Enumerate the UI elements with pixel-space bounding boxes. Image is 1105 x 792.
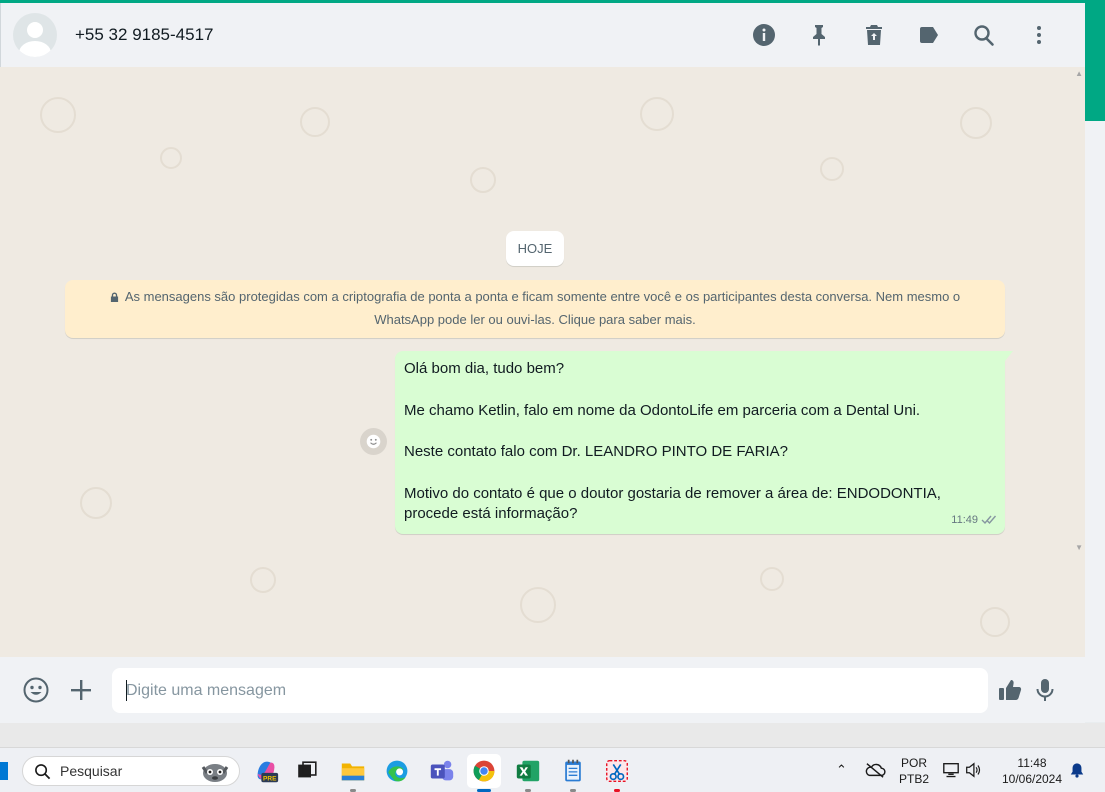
message-meta: 11:49: [951, 510, 997, 531]
emoji-icon[interactable]: [20, 674, 52, 706]
notification-bell-icon[interactable]: [1069, 762, 1085, 783]
label-icon[interactable]: [911, 17, 947, 53]
pin-icon[interactable]: [801, 17, 837, 53]
tray-overflow-chevron-icon[interactable]: ⌃: [836, 762, 847, 778]
scroll-down-arrow[interactable]: ▼: [1075, 543, 1083, 552]
text-caret: [126, 680, 127, 701]
keyboard-language[interactable]: POR PTB2: [898, 755, 930, 787]
scroll-up-arrow[interactable]: ▲: [1075, 69, 1083, 78]
message-time: 11:49: [951, 513, 978, 526]
message-line: Motivo do contato é que o doutor gostari…: [404, 484, 941, 523]
windows-start-icon[interactable]: [0, 762, 8, 780]
microphone-icon[interactable]: [1029, 674, 1061, 706]
scrollbar[interactable]: [1085, 3, 1105, 722]
info-icon[interactable]: [746, 17, 782, 53]
search-highlight-icon: [201, 764, 229, 782]
edge-browser-icon[interactable]: [380, 754, 414, 788]
task-view-icon[interactable]: [290, 754, 324, 788]
chat-area[interactable]: ▲ ▼ HOJE As mensagens são protegidas com…: [0, 67, 1085, 657]
teams-app-icon[interactable]: [425, 754, 459, 788]
lock-icon: [110, 292, 118, 302]
background-doodle: [160, 147, 182, 169]
volume-icon[interactable]: [964, 761, 982, 784]
background-doodle: [300, 107, 330, 137]
taskbar-search-label: Pesquisar: [60, 763, 123, 779]
background-doodle: [980, 607, 1010, 637]
delete-icon[interactable]: [856, 17, 892, 53]
message-line: Olá bom dia, tudo bem?: [404, 360, 565, 377]
background-doodle: [760, 567, 784, 591]
file-explorer-icon[interactable]: [336, 754, 370, 792]
keyboard-layout: PTB2: [898, 772, 929, 786]
background-doodle: [250, 567, 276, 593]
excel-app-icon[interactable]: [511, 754, 545, 792]
clock-time: 11:48: [1017, 756, 1047, 770]
attach-plus-icon[interactable]: [65, 674, 97, 706]
chat-header: +55 32 9185-4517: [0, 3, 1085, 67]
date-divider: HOJE: [506, 231, 564, 266]
search-icon[interactable]: [966, 17, 1002, 53]
outgoing-message[interactable]: Olá bom dia, tudo bem? Me chamo Ketlin, …: [395, 351, 1013, 534]
background-doodle: [470, 167, 496, 193]
message-line: Me chamo Ketlin, falo em nome da OdontoL…: [404, 401, 921, 419]
onedrive-offline-icon[interactable]: [864, 761, 886, 784]
network-icon[interactable]: [942, 761, 960, 784]
compose-bar: [0, 657, 1085, 723]
background-doodle: [80, 487, 112, 519]
encryption-notice[interactable]: As mensagens são protegidas com a cripto…: [65, 280, 1005, 338]
taskbar-search[interactable]: Pesquisar: [22, 756, 240, 786]
menu-icon[interactable]: [1021, 17, 1057, 53]
clock-date: 10/06/2024: [1001, 772, 1063, 786]
notepad-app-icon[interactable]: [556, 754, 590, 792]
avatar[interactable]: [13, 13, 57, 57]
copilot-app-icon[interactable]: PRE: [249, 754, 283, 788]
language-code: POR: [900, 756, 927, 770]
system-clock[interactable]: 11:48 10/06/2024: [996, 755, 1068, 787]
encryption-notice-text: As mensagens são protegidas com a cripto…: [124, 289, 961, 327]
snipping-tool-icon[interactable]: [600, 754, 634, 792]
scrollbar-thumb[interactable]: [1085, 3, 1105, 121]
react-emoji-button[interactable]: [360, 428, 387, 455]
background-doodle: [520, 587, 556, 623]
copilot-badge: PRE: [263, 775, 277, 782]
smiley-icon: [366, 434, 381, 449]
thumbs-up-icon[interactable]: [994, 674, 1026, 706]
background-doodle: [820, 157, 844, 181]
background-doodle: [960, 107, 992, 139]
double-check-icon: [981, 515, 997, 525]
message-line: Neste contato falo com Dr. LEANDRO PINTO…: [404, 443, 789, 460]
message-input[interactable]: [112, 668, 988, 713]
header-actions: [727, 17, 1057, 53]
search-icon: [35, 763, 51, 779]
background-doodle: [640, 97, 674, 131]
chrome-browser-icon[interactable]: [467, 754, 501, 792]
background-doodle: [40, 97, 76, 133]
contact-name[interactable]: +55 32 9185-4517: [75, 25, 214, 45]
bubble-tail: [1005, 351, 1013, 361]
taskbar: Pesquisar PRE ⌃ POR PTB2 11:48 10/06/202…: [0, 747, 1105, 792]
desktop-gap: [0, 723, 1105, 747]
